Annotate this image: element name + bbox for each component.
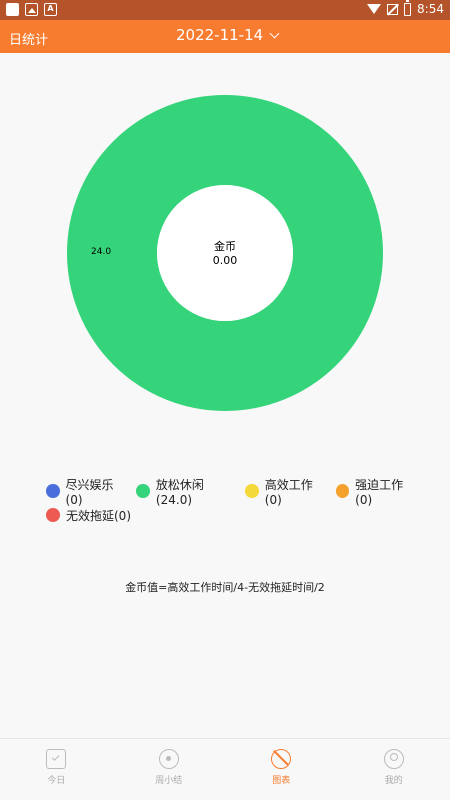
wifi-icon [367,4,382,14]
legend-dot [245,484,259,498]
legend-label: 放松休闲(24.0) [155,477,204,507]
status-time: 8:54 [417,2,444,16]
radio-icon [158,749,179,769]
tab-label: 我的 [384,776,403,786]
date-value: 2022-11-14 [176,26,264,44]
calendar-check-icon [46,749,67,769]
no-signal-icon [387,3,399,15]
tab-today[interactable]: 今日 [0,739,113,800]
legend-dot [136,484,150,498]
legend-dot [46,508,60,522]
date-selector[interactable]: 2022-11-14 [176,26,280,44]
legend-dot [335,484,350,498]
legend-label: 尽兴娱乐(0) [65,477,114,507]
legend-label: 强迫工作(0) [355,477,404,507]
tab-weekly-summary[interactable]: 周小结 [113,739,226,800]
legend-item-relax[interactable]: 放松休闲(24.0) [136,476,237,507]
tab-mine[interactable]: 我的 [338,739,450,800]
legend-dot [46,484,60,498]
toolbar: 日统计 2022-11-14 [0,20,450,53]
legend-item-forced-work[interactable]: 强迫工作(0) [335,476,418,507]
chart-icon [271,749,292,769]
notification-square-icon [6,3,19,16]
tab-label: 周小结 [155,776,183,786]
image-icon [25,3,38,16]
tab-label: 图表 [272,776,291,786]
a-icon: A [44,3,57,16]
status-bar: A 8:54 [0,0,450,20]
legend-item-efficient-work[interactable]: 高效工作(0) [245,476,327,507]
battery-icon [404,0,412,16]
legend-item-procrastination[interactable]: 无效拖延(0) [46,507,131,524]
slice-label-relax: 24.0 [91,247,112,257]
legend-label: 无效拖延(0) [66,508,131,523]
user-icon [383,749,404,769]
coin-formula: 金币值=高效工作时间/4-无效拖延时间/2 [125,581,325,594]
page-title: 日统计 [9,33,49,48]
center-value: 0.00 [212,254,238,267]
tab-label: 今日 [47,776,66,786]
center-title: 金币 [214,240,236,253]
legend-label: 高效工作(0) [264,477,313,507]
chart-legend: 尽兴娱乐(0) 放松休闲(24.0) 高效工作(0) 强迫工作(0) 无效拖延(… [46,476,426,527]
chart-center-label: 金币 0.00 [175,240,275,268]
tab-chart[interactable]: 图表 [225,739,338,800]
chevron-down-icon [269,28,280,39]
legend-item-fun[interactable]: 尽兴娱乐(0) [46,476,128,507]
bottom-nav: 今日 周小结 图表 我的 [0,738,450,800]
